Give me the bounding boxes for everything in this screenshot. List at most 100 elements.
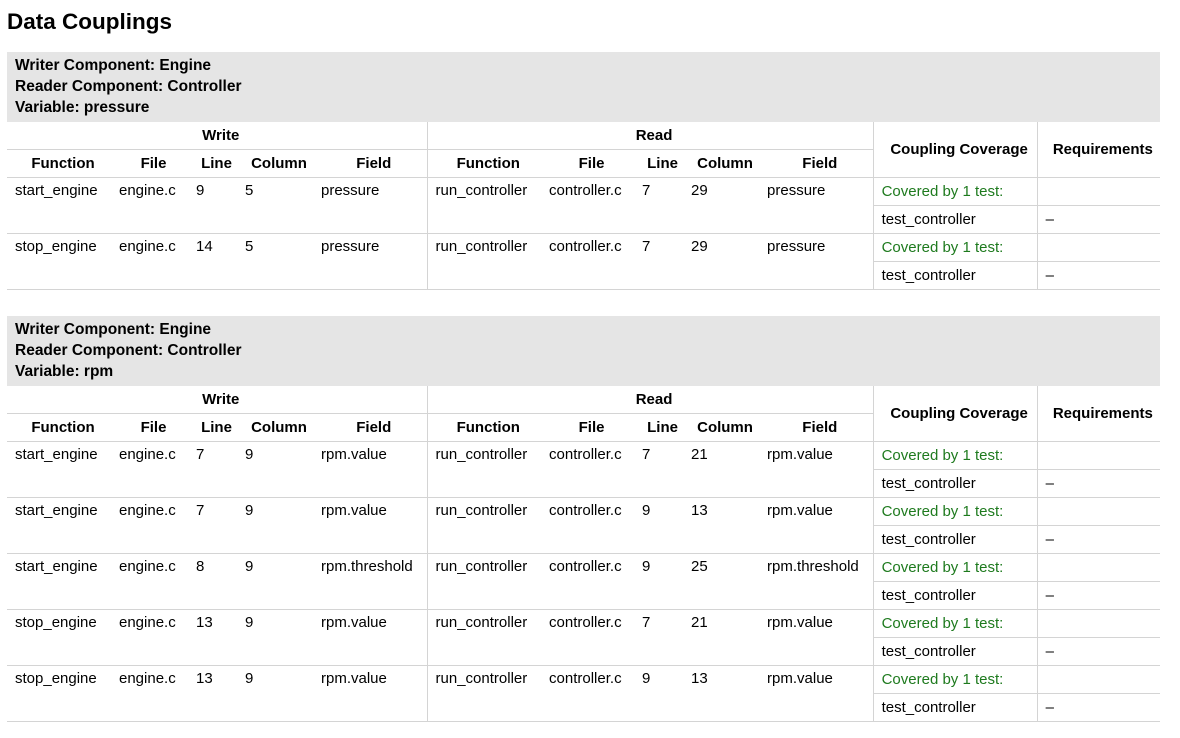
coverage-status-requirements-cell	[1037, 441, 1161, 470]
reader-component: Reader Component: Controller	[15, 78, 242, 95]
table-row: stop_engine engine.c 13 9 rpm.value run_…	[7, 609, 1161, 666]
test-name-cell: test_controller	[873, 637, 1038, 666]
write-function-header: Function	[7, 413, 111, 442]
read-column-cell: 13	[683, 665, 760, 722]
coverage-status-cell: Covered by 1 test:	[873, 497, 1038, 526]
write-line-header: Line	[188, 149, 237, 178]
write-group-header: Write	[7, 386, 428, 414]
read-field-cell: rpm.value	[759, 609, 874, 666]
coupling-block: Writer Component: Engine Reader Componen…	[7, 316, 1161, 722]
read-function-cell: run_controller	[427, 665, 542, 722]
write-column-cell: 5	[237, 177, 313, 234]
write-line-cell: 7	[188, 497, 237, 554]
write-file-cell: engine.c	[111, 553, 188, 610]
read-field-header: Field	[759, 149, 874, 178]
test-name-cell: test_controller	[873, 261, 1038, 290]
write-function-cell: stop_engine	[7, 609, 111, 666]
read-file-cell: controller.c	[541, 609, 635, 666]
write-field-cell: pressure	[313, 233, 428, 290]
write-field-header: Field	[313, 413, 428, 442]
write-file-cell: engine.c	[111, 441, 188, 498]
writer-component: Writer Component: Engine	[15, 57, 212, 74]
requirements-cell: –	[1037, 637, 1161, 666]
test-name-cell: test_controller	[873, 693, 1038, 722]
write-column-header: Column	[237, 413, 313, 442]
coverage-status-requirements-cell	[1037, 553, 1161, 582]
read-line-cell: 7	[634, 233, 684, 290]
write-file-cell: engine.c	[111, 177, 188, 234]
coverage-status-requirements-cell	[1037, 665, 1161, 694]
read-line-cell: 7	[634, 609, 684, 666]
table-row: stop_engine engine.c 14 5 pressure run_c…	[7, 233, 1161, 290]
test-name-cell: test_controller	[873, 525, 1038, 554]
read-function-cell: run_controller	[427, 497, 542, 554]
read-file-cell: controller.c	[541, 497, 635, 554]
write-column-cell: 9	[237, 441, 313, 498]
read-function-cell: run_controller	[427, 441, 542, 498]
write-file-cell: engine.c	[111, 233, 188, 290]
read-file-cell: controller.c	[541, 177, 635, 234]
coupling-block: Writer Component: Engine Reader Componen…	[7, 52, 1161, 290]
coverage-status-cell: Covered by 1 test:	[873, 177, 1038, 206]
write-function-cell: stop_engine	[7, 233, 111, 290]
write-field-cell: rpm.value	[313, 665, 428, 722]
table-row: start_engine engine.c 7 9 rpm.value run_…	[7, 497, 1161, 554]
write-function-cell: stop_engine	[7, 665, 111, 722]
coverage-status-cell: Covered by 1 test:	[873, 609, 1038, 638]
read-column-cell: 21	[683, 441, 760, 498]
read-column-cell: 13	[683, 497, 760, 554]
write-field-cell: rpm.value	[313, 441, 428, 498]
requirements-cell: –	[1037, 469, 1161, 498]
read-field-cell: rpm.threshold	[759, 553, 874, 610]
coupling-blocks: Writer Component: Engine Reader Componen…	[7, 52, 1161, 722]
write-file-header: File	[111, 149, 188, 178]
coupling-block-header: Writer Component: Engine Reader Componen…	[7, 316, 1160, 386]
read-file-header: File	[541, 413, 635, 442]
requirements-header: Requirements	[1037, 122, 1161, 178]
write-line-cell: 14	[188, 233, 237, 290]
read-line-cell: 9	[634, 553, 684, 610]
read-group-header: Read	[427, 122, 874, 150]
coupling-block-header: Writer Component: Engine Reader Componen…	[7, 52, 1160, 122]
write-file-cell: engine.c	[111, 609, 188, 666]
page-title: Data Couplings	[7, 9, 173, 34]
coverage-status-requirements-cell	[1037, 177, 1161, 206]
coupling-coverage-header: Coupling Coverage	[873, 386, 1038, 442]
write-line-cell: 13	[188, 609, 237, 666]
requirements-cell: –	[1037, 525, 1161, 554]
table-row: start_engine engine.c 7 9 rpm.value run_…	[7, 441, 1161, 498]
read-line-cell: 7	[634, 441, 684, 498]
read-column-header: Column	[683, 413, 760, 442]
requirements-cell: –	[1037, 581, 1161, 610]
table-row: start_engine engine.c 9 5 pressure run_c…	[7, 177, 1161, 234]
read-field-cell: rpm.value	[759, 497, 874, 554]
read-file-cell: controller.c	[541, 233, 635, 290]
write-function-cell: start_engine	[7, 553, 111, 610]
report-page: Data Couplings Writer Component: Engine …	[0, 0, 1180, 722]
read-field-cell: rpm.value	[759, 665, 874, 722]
read-field-cell: rpm.value	[759, 441, 874, 498]
write-line-header: Line	[188, 413, 237, 442]
read-line-cell: 9	[634, 497, 684, 554]
write-line-cell: 9	[188, 177, 237, 234]
coupling-coverage-header: Coupling Coverage	[873, 122, 1038, 178]
read-column-cell: 25	[683, 553, 760, 610]
write-field-cell: rpm.threshold	[313, 553, 428, 610]
read-field-cell: pressure	[759, 177, 874, 234]
write-column-cell: 9	[237, 609, 313, 666]
requirements-cell: –	[1037, 205, 1161, 234]
read-column-cell: 29	[683, 177, 760, 234]
write-field-cell: rpm.value	[313, 609, 428, 666]
read-file-cell: controller.c	[541, 553, 635, 610]
requirements-cell: –	[1037, 693, 1161, 722]
write-column-cell: 9	[237, 497, 313, 554]
read-column-cell: 21	[683, 609, 760, 666]
coupling-table: Write Read Coupling Coverage Requirement…	[7, 386, 1161, 722]
read-column-cell: 29	[683, 233, 760, 290]
read-field-header: Field	[759, 413, 874, 442]
read-function-header: Function	[427, 413, 542, 442]
read-file-cell: controller.c	[541, 441, 635, 498]
read-function-cell: run_controller	[427, 609, 542, 666]
test-name-cell: test_controller	[873, 581, 1038, 610]
write-function-cell: start_engine	[7, 177, 111, 234]
